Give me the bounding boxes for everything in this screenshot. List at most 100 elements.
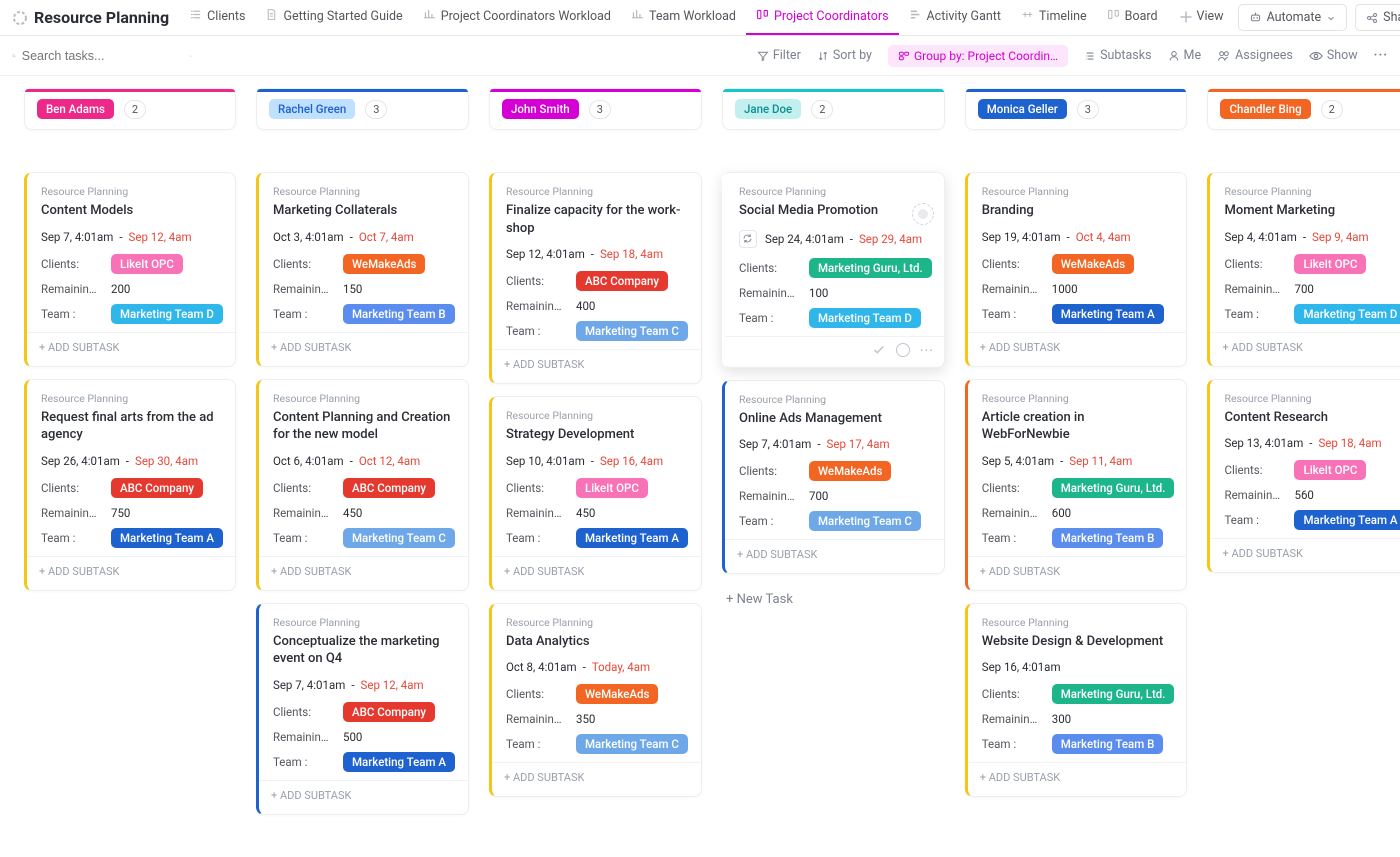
automate-button[interactable]: Automate — [1238, 4, 1348, 31]
client-tag[interactable]: ABC Company — [343, 478, 435, 498]
team-tag[interactable]: Marketing Team A — [111, 528, 223, 548]
add-subtask-button[interactable]: + ADD SUBTASK — [1210, 538, 1400, 568]
team-tag[interactable]: Marketing Team B — [1052, 734, 1164, 754]
add-subtask-button[interactable]: + ADD SUBTASK — [259, 332, 468, 362]
client-tag[interactable]: Marketing Guru, Ltd. — [809, 258, 932, 278]
view-tab[interactable]: Project Coordinators — [746, 1, 899, 35]
add-subtask-button[interactable]: + ADD SUBTASK — [492, 349, 701, 379]
team-tag[interactable]: Marketing Team A — [1294, 510, 1400, 530]
client-tag[interactable]: ABC Company — [111, 478, 203, 498]
task-title: Conceptualize the marketing event on Q4 — [273, 633, 456, 668]
task-card[interactable]: Resource Planning Article creation in We… — [965, 379, 1188, 591]
column-header[interactable]: Jane Doe 2 — [722, 88, 945, 130]
column-header[interactable]: Chandler Bing 2 — [1207, 88, 1400, 130]
task-card[interactable]: Resource Planning Request final arts fro… — [24, 379, 236, 591]
add-subtask-button[interactable]: + ADD SUBTASK — [492, 556, 701, 586]
add-subtask-button[interactable]: + ADD SUBTASK — [27, 332, 235, 362]
client-tag[interactable]: WeMakeAds — [576, 684, 658, 704]
me-button[interactable]: Me — [1168, 48, 1202, 63]
view-tab[interactable]: Project Coordinators Workload — [413, 1, 621, 35]
task-card[interactable]: Resource Planning Online Ads Management … — [722, 380, 945, 575]
filter-button[interactable]: Filter — [757, 48, 801, 63]
field-label: Team : — [273, 307, 333, 321]
client-tag[interactable]: Marketing Guru, Ltd. — [1052, 684, 1175, 704]
add-subtask-button[interactable]: + ADD SUBTASK — [725, 539, 944, 569]
add-subtask-button[interactable]: + ADD SUBTASK — [968, 556, 1187, 586]
column-header[interactable]: Ben Adams 2 — [24, 88, 236, 130]
more-icon[interactable]: ··· — [920, 343, 934, 357]
client-tag[interactable]: LikeIt OPC — [576, 478, 648, 498]
task-card[interactable]: Resource Planning Branding Sep 19, 4:01a… — [965, 172, 1188, 367]
team-tag[interactable]: Marketing Team A — [576, 528, 688, 548]
task-card[interactable]: Resource Planning Social Media Promotion… — [722, 172, 945, 368]
client-tag[interactable]: LikeIt OPC — [1294, 254, 1366, 274]
task-card[interactable]: Resource Planning Content Models Sep 7, … — [24, 172, 236, 367]
due-date: Oct 7, 4am — [359, 230, 414, 244]
add-subtask-button[interactable]: + ADD SUBTASK — [968, 332, 1187, 362]
sort-icon — [817, 50, 829, 62]
view-tab[interactable]: Getting Started Guide — [255, 1, 412, 35]
team-tag[interactable]: Marketing Team B — [1052, 528, 1164, 548]
column-count: 3 — [1077, 100, 1099, 119]
show-button[interactable]: Show — [1309, 48, 1358, 63]
add-subtask-button[interactable]: + ADD SUBTASK — [259, 556, 468, 586]
task-card[interactable]: Resource Planning Data Analytics Oct 8, … — [489, 603, 702, 798]
assignee-placeholder-icon[interactable] — [912, 203, 934, 225]
view-tab[interactable]: Timeline — [1011, 1, 1097, 35]
new-task-button[interactable]: + New Task — [722, 586, 945, 613]
client-tag[interactable]: Marketing Guru, Ltd. — [1052, 478, 1175, 498]
add-view-button[interactable]: View — [1170, 1, 1234, 35]
team-tag[interactable]: Marketing Team D — [1294, 304, 1400, 324]
team-tag[interactable]: Marketing Team C — [809, 511, 921, 531]
team-tag[interactable]: Marketing Team A — [1052, 304, 1164, 324]
team-tag[interactable]: Marketing Team C — [576, 321, 688, 341]
task-card[interactable]: Resource Planning Website Design & Devel… — [965, 603, 1188, 798]
column-header[interactable]: Monica Geller 3 — [965, 88, 1188, 130]
view-tab[interactable]: Board — [1097, 1, 1168, 35]
client-tag[interactable]: ABC Company — [576, 271, 668, 291]
search-input[interactable] — [22, 49, 183, 63]
team-tag[interactable]: Marketing Team D — [111, 304, 223, 324]
view-tab[interactable]: Activity Gantt — [899, 1, 1011, 35]
view-tab[interactable]: Clients — [179, 1, 255, 35]
add-subtask-button[interactable]: + ADD SUBTASK — [968, 762, 1187, 792]
start-date: Oct 8, 4:01am — [506, 660, 577, 674]
task-card[interactable]: Resource Planning Finalize capacity for … — [489, 172, 702, 384]
sort-button[interactable]: Sort by — [817, 48, 872, 63]
breadcrumb: Resource Planning — [506, 616, 689, 629]
add-subtask-button[interactable]: + ADD SUBTASK — [492, 762, 701, 792]
task-card[interactable]: Resource Planning Marketing Collaterals … — [256, 172, 469, 367]
share-button[interactable]: Share — [1355, 4, 1400, 31]
client-tag[interactable]: LikeIt OPC — [111, 254, 183, 274]
team-tag[interactable]: Marketing Team A — [343, 752, 455, 772]
column-header[interactable]: Rachel Green 3 — [256, 88, 469, 130]
add-subtask-button[interactable]: + ADD SUBTASK — [259, 780, 468, 810]
chevron-down-icon[interactable] — [189, 50, 192, 62]
column-header[interactable]: John Smith 3 — [489, 88, 702, 130]
subtasks-button[interactable]: Subtasks — [1084, 48, 1151, 63]
more-menu-button[interactable]: ··· — [1374, 48, 1388, 63]
client-tag[interactable]: WeMakeAds — [343, 254, 425, 274]
task-card[interactable]: Resource Planning Conceptualize the mark… — [256, 603, 469, 815]
assignees-button[interactable]: Assignees — [1217, 48, 1293, 63]
start-date: Sep 10, 4:01am — [506, 454, 585, 468]
client-tag[interactable]: WeMakeAds — [1052, 254, 1134, 274]
status-circle-icon[interactable] — [896, 343, 910, 357]
team-tag[interactable]: Marketing Team C — [576, 734, 688, 754]
team-tag[interactable]: Marketing Team C — [343, 528, 455, 548]
team-tag[interactable]: Marketing Team D — [809, 308, 921, 328]
group-by-button[interactable]: Group by: Project Coordin… — [888, 45, 1068, 67]
client-tag[interactable]: WeMakeAds — [809, 461, 891, 481]
view-icon — [1107, 8, 1120, 25]
add-subtask-button[interactable]: + ADD SUBTASK — [27, 556, 235, 586]
client-tag[interactable]: ABC Company — [343, 702, 435, 722]
task-card[interactable]: Resource Planning Content Planning and C… — [256, 379, 469, 591]
team-tag[interactable]: Marketing Team B — [343, 304, 455, 324]
task-card[interactable]: Resource Planning Moment Marketing Sep 4… — [1207, 172, 1400, 367]
task-card[interactable]: Resource Planning Strategy Development S… — [489, 396, 702, 591]
view-tab[interactable]: Team Workload — [621, 1, 746, 35]
task-card[interactable]: Resource Planning Content Research Sep 1… — [1207, 379, 1400, 574]
add-subtask-button[interactable]: + ADD SUBTASK — [1210, 332, 1400, 362]
check-icon[interactable] — [872, 343, 886, 357]
client-tag[interactable]: LikeIt OPC — [1294, 460, 1366, 480]
